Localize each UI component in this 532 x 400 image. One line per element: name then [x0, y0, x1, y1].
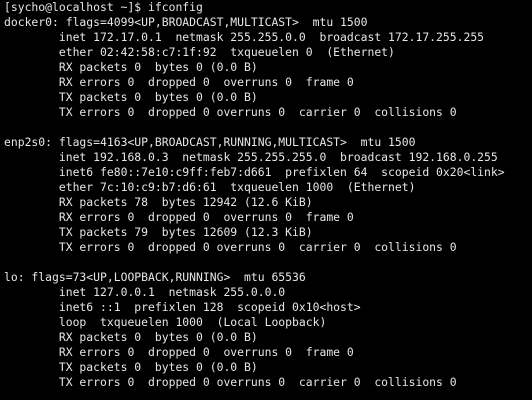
command-text: ifconfig	[148, 0, 203, 14]
lo-header: lo: flags=73<UP,LOOPBACK,RUNNING> mtu 65…	[4, 270, 306, 284]
lo-inet6-line: inet6 ::1 prefixlen 128 scopeid 0x10<hos…	[4, 300, 361, 314]
lo-rx-packets-line: RX packets 0 bytes 0 (0.0 B)	[4, 330, 258, 344]
lo-tx-packets-line: TX packets 0 bytes 0 (0.0 B)	[4, 360, 258, 374]
docker0-inet-line: inet 172.17.0.1 netmask 255.255.0.0 broa…	[4, 30, 485, 44]
enp2s0-rx-packets-line: RX packets 78 bytes 12942 (12.6 KiB)	[4, 195, 313, 209]
lo-rx-errors-line: RX errors 0 dropped 0 overruns 0 frame 0	[4, 345, 354, 359]
docker0-rx-errors-line: RX errors 0 dropped 0 overruns 0 frame 0	[4, 75, 354, 89]
terminal-window[interactable]: [sycho@localhost ~]$ ifconfig docker0: f…	[0, 0, 532, 400]
enp2s0-tx-packets-line: TX packets 79 bytes 12609 (12.3 KiB)	[4, 225, 313, 239]
enp2s0-inet-line: inet 192.168.0.3 netmask 255.255.255.0 b…	[4, 150, 498, 164]
docker0-tx-packets-line: TX packets 0 bytes 0 (0.0 B)	[4, 90, 258, 104]
lo-loop-line: loop txqueuelen 1000 (Local Loopback)	[4, 315, 327, 329]
enp2s0-tx-errors-line: TX errors 0 dropped 0 overruns 0 carrier…	[4, 240, 457, 254]
enp2s0-rx-errors-line: RX errors 0 dropped 0 overruns 0 frame 0	[4, 210, 354, 224]
docker0-rx-packets-line: RX packets 0 bytes 0 (0.0 B)	[4, 60, 258, 74]
lo-inet-line: inet 127.0.0.1 netmask 255.0.0.0	[4, 285, 286, 299]
prompt-line: [sycho@localhost ~]$ ifconfig	[4, 0, 532, 15]
docker0-header: docker0: flags=4099<UP,BROADCAST,MULTICA…	[4, 15, 368, 29]
enp2s0-inet6-line: inet6 fe80::7e10:c9ff:feb7:d661 prefixle…	[4, 165, 505, 179]
docker0-tx-errors-line: TX errors 0 dropped 0 overruns 0 carrier…	[4, 105, 457, 119]
docker0-ether-line: ether 02:42:58:c7:1f:92 txqueuelen 0 (Et…	[4, 45, 395, 59]
enp2s0-ether-line: ether 7c:10:c9:b7:d6:61 txqueuelen 1000 …	[4, 180, 416, 194]
shell-prompt: [sycho@localhost ~]$	[4, 0, 149, 14]
lo-tx-errors-line: TX errors 0 dropped 0 overruns 0 carrier…	[4, 375, 457, 389]
enp2s0-header: enp2s0: flags=4163<UP,BROADCAST,RUNNING,…	[4, 135, 416, 149]
